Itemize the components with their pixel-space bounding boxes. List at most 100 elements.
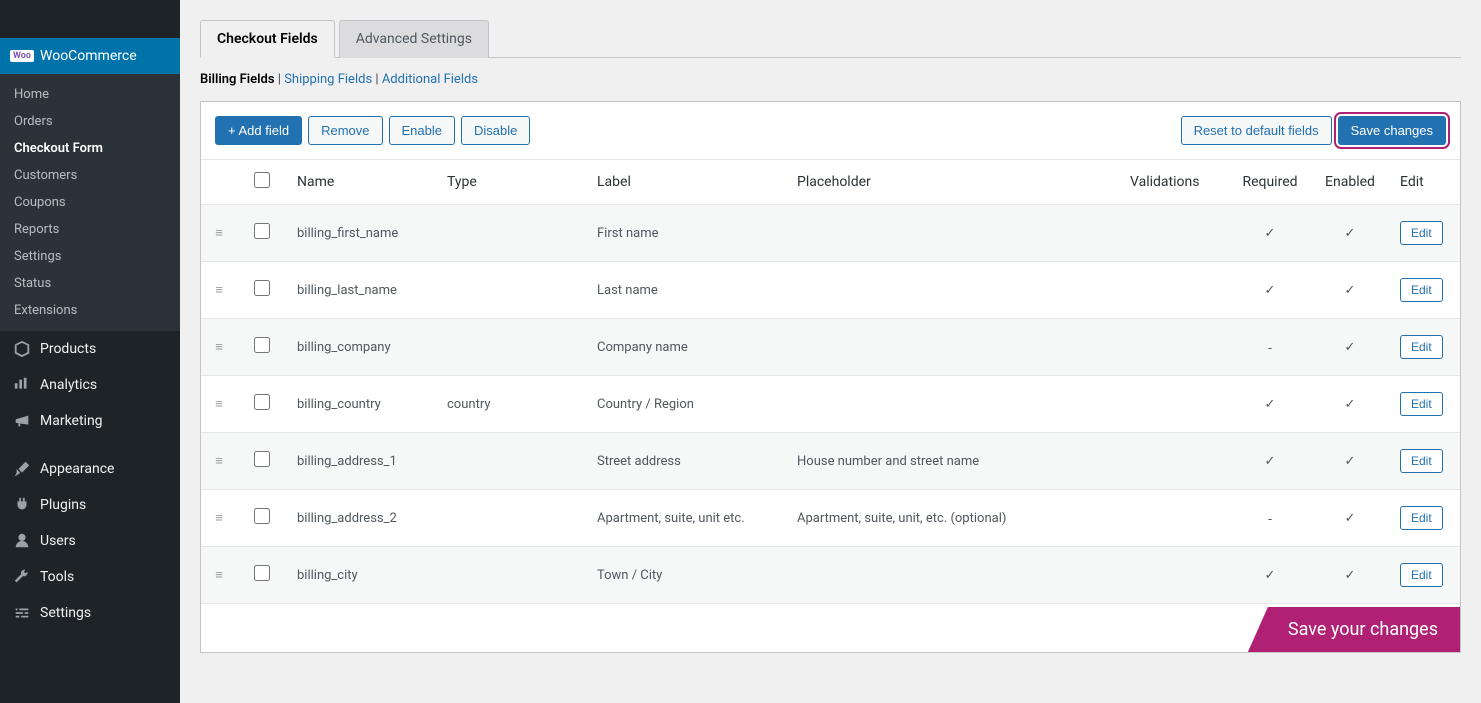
submenu-reports[interactable]: Reports [0, 216, 180, 243]
woocommerce-icon: Woo [12, 46, 32, 66]
subtab-shipping[interactable]: Shipping Fields [284, 72, 372, 87]
edit-button[interactable]: Edit [1400, 221, 1443, 245]
cell-name: billing_last_name [287, 262, 437, 319]
table-row: ≡billing_countrycountryCountry / Region✓… [201, 376, 1460, 433]
drag-handle-icon[interactable]: ≡ [215, 568, 223, 583]
drag-handle-icon[interactable]: ≡ [215, 454, 223, 469]
save-changes-button[interactable]: Save changes [1338, 116, 1446, 145]
submenu-checkout-form[interactable]: Checkout Form [0, 135, 180, 162]
cell-enabled: ✓ [1310, 376, 1390, 433]
sidebar-item-marketing[interactable]: Marketing [0, 403, 180, 439]
cell-placeholder [787, 205, 1120, 262]
edit-button[interactable]: Edit [1400, 335, 1443, 359]
cell-type [437, 490, 587, 547]
cell-required: ✓ [1230, 547, 1310, 604]
brush-icon [12, 459, 32, 479]
add-field-button[interactable]: + Add field [215, 116, 302, 145]
sidebar-item-products[interactable]: Products [0, 331, 180, 367]
cell-validations [1120, 547, 1230, 604]
cell-name: billing_address_2 [287, 490, 437, 547]
cell-type [437, 205, 587, 262]
cell-enabled: ✓ [1310, 433, 1390, 490]
subtab-billing[interactable]: Billing Fields [200, 72, 275, 87]
table-row: ≡billing_address_1Street addressHouse nu… [201, 433, 1460, 490]
edit-button[interactable]: Edit [1400, 506, 1443, 530]
row-checkbox[interactable] [254, 508, 270, 524]
tab-advanced-settings[interactable]: Advanced Settings [339, 20, 489, 58]
submenu-extensions[interactable]: Extensions [0, 297, 180, 324]
row-checkbox[interactable] [254, 337, 270, 353]
submenu-settings[interactable]: Settings [0, 243, 180, 270]
cell-enabled: ✓ [1310, 319, 1390, 376]
save-banner-text[interactable]: Save your changes [1248, 607, 1460, 652]
cell-label: Last name [587, 262, 787, 319]
sidebar-label: WooCommerce [40, 48, 137, 64]
drag-handle-icon[interactable]: ≡ [215, 340, 223, 355]
row-checkbox[interactable] [254, 394, 270, 410]
cell-enabled: ✓ [1310, 205, 1390, 262]
row-checkbox[interactable] [254, 280, 270, 296]
sidebar-item-settings[interactable]: Settings [0, 595, 180, 631]
drag-handle-icon[interactable]: ≡ [215, 511, 223, 526]
row-checkbox[interactable] [254, 565, 270, 581]
drag-handle-icon[interactable]: ≡ [215, 226, 223, 241]
cell-label: Company name [587, 319, 787, 376]
header-edit: Edit [1390, 160, 1460, 205]
cell-type [437, 319, 587, 376]
header-label: Label [587, 160, 787, 205]
remove-button[interactable]: Remove [308, 116, 382, 145]
header-type: Type [437, 160, 587, 205]
cell-name: billing_city [287, 547, 437, 604]
cell-name: billing_country [287, 376, 437, 433]
submenu-status[interactable]: Status [0, 270, 180, 297]
sub-tabs: Billing Fields | Shipping Fields | Addit… [200, 58, 1461, 101]
sidebar-item-analytics[interactable]: Analytics [0, 367, 180, 403]
cell-required: - [1230, 319, 1310, 376]
sidebar-item-tools[interactable]: Tools [0, 559, 180, 595]
sliders-icon [12, 603, 32, 623]
edit-button[interactable]: Edit [1400, 278, 1443, 302]
cell-required: - [1230, 490, 1310, 547]
woocommerce-submenu: Home Orders Checkout Form Customers Coup… [0, 74, 180, 331]
edit-button[interactable]: Edit [1400, 392, 1443, 416]
cell-validations [1120, 205, 1230, 262]
box-icon [12, 339, 32, 359]
cell-label: Country / Region [587, 376, 787, 433]
cell-name: billing_first_name [287, 205, 437, 262]
cell-label: Town / City [587, 547, 787, 604]
subtab-additional[interactable]: Additional Fields [382, 72, 478, 87]
cell-type [437, 433, 587, 490]
tab-checkout-fields[interactable]: Checkout Fields [200, 20, 335, 58]
edit-button[interactable]: Edit [1400, 449, 1443, 473]
disable-button[interactable]: Disable [461, 116, 530, 145]
sidebar-item-users[interactable]: Users [0, 523, 180, 559]
cell-name: billing_address_1 [287, 433, 437, 490]
submenu-home[interactable]: Home [0, 81, 180, 108]
row-checkbox[interactable] [254, 223, 270, 239]
edit-button[interactable]: Edit [1400, 563, 1443, 587]
submenu-coupons[interactable]: Coupons [0, 189, 180, 216]
sidebar-item-plugins[interactable]: Plugins [0, 487, 180, 523]
cell-validations [1120, 262, 1230, 319]
submenu-customers[interactable]: Customers [0, 162, 180, 189]
submenu-orders[interactable]: Orders [0, 108, 180, 135]
header-validations: Validations [1120, 160, 1230, 205]
cell-required: ✓ [1230, 262, 1310, 319]
toolbar: + Add field Remove Enable Disable Reset … [201, 102, 1460, 160]
drag-handle-icon[interactable]: ≡ [215, 397, 223, 412]
save-banner: Save your changes [201, 604, 1460, 652]
main-content: Checkout Fields Advanced Settings Billin… [180, 0, 1481, 703]
drag-handle-icon[interactable]: ≡ [215, 283, 223, 298]
sidebar-item-appearance[interactable]: Appearance [0, 451, 180, 487]
chart-icon [12, 375, 32, 395]
cell-enabled: ✓ [1310, 262, 1390, 319]
enable-button[interactable]: Enable [389, 116, 455, 145]
fields-table: Name Type Label Placeholder Validations … [201, 160, 1460, 604]
reset-button[interactable]: Reset to default fields [1181, 116, 1332, 145]
select-all-checkbox[interactable] [254, 172, 270, 188]
row-checkbox[interactable] [254, 451, 270, 467]
table-row: ≡billing_address_2Apartment, suite, unit… [201, 490, 1460, 547]
header-required: Required [1230, 160, 1310, 205]
sidebar-item-woocommerce[interactable]: Woo WooCommerce [0, 38, 180, 74]
cell-placeholder: House number and street name [787, 433, 1120, 490]
